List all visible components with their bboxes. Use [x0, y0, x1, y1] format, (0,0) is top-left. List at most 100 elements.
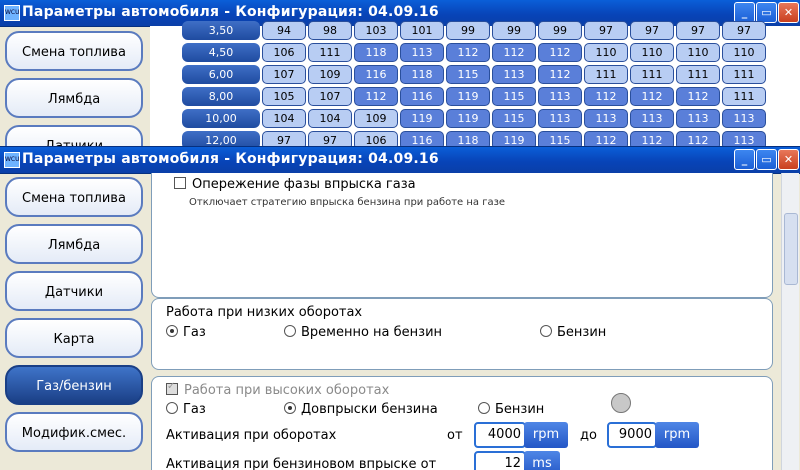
from-label: от	[447, 428, 463, 443]
map-row-header: 3,50	[182, 21, 260, 40]
map-cell[interactable]: 113	[676, 109, 720, 128]
map-cell[interactable]: 118	[354, 43, 398, 62]
map-cell[interactable]: 111	[308, 43, 352, 62]
radio-icon[interactable]	[284, 325, 296, 337]
map-cell[interactable]: 106	[262, 43, 306, 62]
map-cell[interactable]: 97	[676, 21, 720, 40]
nav-map[interactable]: Карта	[5, 318, 143, 358]
high-rpm-option-gas[interactable]: Газ	[166, 402, 206, 417]
map-cell[interactable]: 112	[446, 43, 490, 62]
map-cell[interactable]: 116	[400, 87, 444, 106]
map-cell[interactable]: 97	[630, 21, 674, 40]
map-cell[interactable]: 113	[400, 43, 444, 62]
nav-gas-petrol[interactable]: Газ/бензин	[5, 365, 143, 405]
back-nav-lambda[interactable]: Лямбда	[5, 78, 143, 118]
radio-icon[interactable]	[540, 325, 552, 337]
map-cell[interactable]: 112	[354, 87, 398, 106]
status-led-icon	[611, 393, 631, 413]
map-cell[interactable]: 111	[676, 65, 720, 84]
low-rpm-option-gas[interactable]: Газ	[166, 325, 206, 340]
map-cell[interactable]: 112	[584, 87, 628, 106]
map-cell[interactable]: 110	[676, 43, 720, 62]
high-rpm-option-petrol-injection[interactable]: Довпрыски бензина	[284, 402, 438, 417]
injection-phase-description: Отключает стратегию впрыска бензина при …	[189, 197, 506, 208]
map-cell[interactable]: 115	[492, 109, 536, 128]
map-cell[interactable]: 110	[584, 43, 628, 62]
low-rpm-title: Работа при низких оборотах	[166, 305, 363, 320]
map-cell[interactable]: 113	[538, 87, 582, 106]
front-window-titlebar[interactable]: WCU Параметры автомобиля - Конфигурация:…	[0, 147, 800, 174]
map-row-header: 10,00	[182, 109, 260, 128]
map-cell[interactable]: 119	[446, 109, 490, 128]
map-cell[interactable]: 116	[354, 65, 398, 84]
map-cell[interactable]: 107	[308, 87, 352, 106]
radio-selected-icon[interactable]	[284, 402, 296, 414]
map-cell[interactable]: 97	[722, 21, 766, 40]
map-cell[interactable]: 112	[538, 65, 582, 84]
map-cell[interactable]: 105	[262, 87, 306, 106]
map-cell[interactable]: 115	[446, 65, 490, 84]
front-window: WCU Параметры автомобиля - Конфигурация:…	[0, 146, 800, 470]
map-cell[interactable]: 109	[354, 109, 398, 128]
map-cell[interactable]: 97	[584, 21, 628, 40]
map-cell[interactable]: 99	[538, 21, 582, 40]
map-cell[interactable]: 110	[630, 43, 674, 62]
injection-phase-checkbox[interactable]	[174, 177, 186, 189]
rpm-to-input[interactable]: 9000	[607, 422, 657, 448]
map-cell[interactable]: 113	[492, 65, 536, 84]
radio-selected-icon[interactable]	[166, 325, 178, 337]
map-cell[interactable]: 110	[722, 43, 766, 62]
map-cell[interactable]: 113	[538, 109, 582, 128]
nav-lambda[interactable]: Лямбда	[5, 224, 143, 264]
map-table-row: 3,50 94 98 103 101 99 99 99 97 97 97 97	[182, 21, 766, 40]
map-cell[interactable]: 112	[676, 87, 720, 106]
back-nav-fuel-switch[interactable]: Смена топлива	[5, 31, 143, 71]
map-cell[interactable]: 104	[262, 109, 306, 128]
map-cell[interactable]: 119	[446, 87, 490, 106]
map-cell[interactable]: 113	[722, 109, 766, 128]
minimize-icon[interactable]: _	[734, 149, 755, 170]
radio-icon[interactable]	[478, 402, 490, 414]
map-cell[interactable]: 111	[630, 65, 674, 84]
map-cell[interactable]: 109	[308, 65, 352, 84]
close-icon[interactable]: ✕	[778, 149, 799, 170]
map-cell[interactable]: 113	[630, 109, 674, 128]
high-rpm-option-petrol[interactable]: Бензин	[478, 402, 544, 417]
map-cell[interactable]: 107	[262, 65, 306, 84]
rpm-from-input[interactable]: 4000	[474, 422, 526, 448]
map-cell[interactable]: 118	[400, 65, 444, 84]
map-cell[interactable]: 99	[446, 21, 490, 40]
map-cell[interactable]: 112	[538, 43, 582, 62]
map-cell[interactable]: 111	[584, 65, 628, 84]
vertical-scrollbar[interactable]	[781, 173, 799, 470]
map-cell[interactable]: 99	[492, 21, 536, 40]
injection-value-input[interactable]: 12	[474, 451, 526, 470]
map-cell[interactable]: 115	[492, 87, 536, 106]
map-cell[interactable]: 104	[308, 109, 352, 128]
injection-phase-checkbox-row[interactable]: Опережение фазы впрыска газа	[174, 177, 416, 192]
map-cell[interactable]: 111	[722, 65, 766, 84]
back-window: WCU Параметры автомобиля - Конфигурация:…	[0, 0, 800, 148]
map-table-row: 10,00 104 104 109 119 119 115 113 113 113 113 113	[182, 109, 766, 128]
map-cell[interactable]: 112	[492, 43, 536, 62]
low-rpm-option-petrol[interactable]: Бензин	[540, 325, 606, 340]
high-rpm-checkbox[interactable]	[166, 381, 178, 395]
map-cell[interactable]: 111	[722, 87, 766, 106]
map-cell[interactable]: 103	[354, 21, 398, 40]
maximize-icon[interactable]: ▭	[756, 149, 777, 170]
close-icon[interactable]: ✕	[778, 2, 799, 23]
nav-sensors[interactable]: Датчики	[5, 271, 143, 311]
map-cell[interactable]: 113	[584, 109, 628, 128]
nav-mixture-modification[interactable]: Модифик.смес.	[5, 412, 143, 452]
back-nav-sensors[interactable]: Датчики	[5, 125, 143, 148]
scrollbar-thumb[interactable]	[784, 213, 798, 285]
map-cell[interactable]: 101	[400, 21, 444, 40]
map-cell[interactable]: 98	[308, 21, 352, 40]
high-rpm-checkbox-row[interactable]: Работа при высоких оборотах	[166, 381, 389, 398]
map-cell[interactable]: 94	[262, 21, 306, 40]
map-cell[interactable]: 112	[630, 87, 674, 106]
radio-icon[interactable]	[166, 402, 178, 414]
map-cell[interactable]: 119	[400, 109, 444, 128]
nav-fuel-switch[interactable]: Смена топлива	[5, 177, 143, 217]
low-rpm-option-temp-petrol[interactable]: Временно на бензин	[284, 325, 442, 340]
